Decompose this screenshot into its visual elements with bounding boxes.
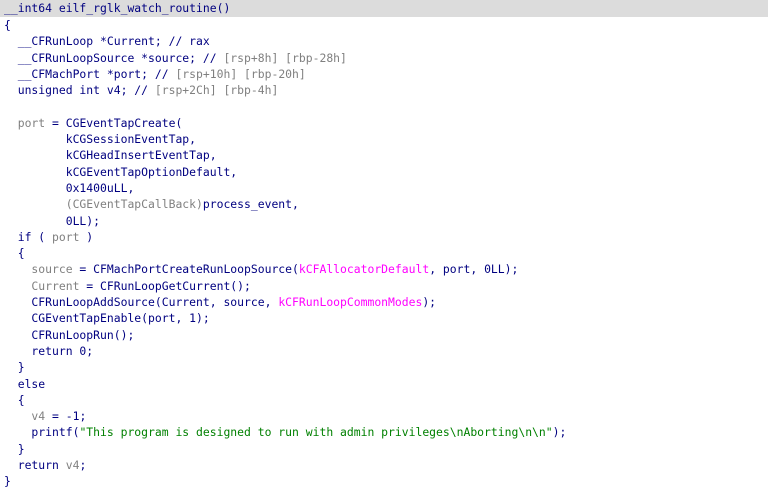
code-token: { (4, 392, 25, 407)
code-token: = -1; (45, 409, 87, 424)
code-line[interactable]: CFRunLoopRun(); (0, 327, 768, 343)
code-token: __CFRunLoop *Current; // rax (4, 34, 210, 49)
code-token: v4 (65, 458, 80, 473)
code-line[interactable]: (CGEventTapCallBack)process_event, (0, 196, 768, 212)
code-token: Current (4, 278, 80, 293)
code-token: source (4, 262, 73, 277)
code-line[interactable]: CGEventTapEnable(port, 1); (0, 310, 768, 326)
code-line[interactable]: 0LL); (0, 213, 768, 229)
code-token: ); (552, 425, 567, 440)
code-token: return (4, 458, 66, 473)
code-token: kCGHeadInsertEventTap, (4, 148, 217, 163)
code-token: ); (422, 295, 437, 310)
pseudocode-view[interactable]: { __CFRunLoop *Current; // rax __CFRunLo… (0, 17, 768, 488)
code-line[interactable]: port = CGEventTapCreate( (0, 115, 768, 131)
code-line[interactable]: source = CFMachPortCreateRunLoopSource(k… (0, 261, 768, 277)
code-line[interactable]: return v4; (0, 457, 768, 473)
code-token: } (4, 441, 25, 456)
code-line[interactable]: if ( port ) (0, 229, 768, 245)
code-token: port (4, 115, 46, 130)
code-token: = CGEventTapCreate( (45, 115, 183, 130)
code-line[interactable]: { (0, 17, 768, 33)
code-token: , port, 0LL); (429, 262, 519, 277)
code-line[interactable]: else (0, 376, 768, 392)
function-signature-bar[interactable]: __int64 eilf_rglk_watch_routine() (0, 0, 768, 17)
code-line[interactable]: { (0, 245, 768, 261)
code-line[interactable]: kCGSessionEventTap, (0, 131, 768, 147)
code-token: 0LL); (4, 213, 101, 228)
code-line[interactable]: v4 = -1; (0, 408, 768, 424)
code-line[interactable]: __CFMachPort *port; // [rsp+10h] [rbp-20… (0, 66, 768, 82)
code-token: = CFMachPortCreateRunLoopSource( (72, 262, 299, 277)
code-token: port (52, 229, 80, 244)
code-line[interactable]: printf("This program is designed to run … (0, 424, 768, 440)
code-token: CFRunLoopRun(); (4, 327, 135, 342)
code-token: } (4, 474, 11, 489)
code-line[interactable]: return 0; (0, 343, 768, 359)
code-line[interactable]: __CFRunLoop *Current; // rax (0, 33, 768, 49)
code-token: if ( (4, 229, 53, 244)
code-token: ; (79, 458, 87, 473)
code-line[interactable]: } (0, 359, 768, 375)
code-token: [rsp+2Ch] [rbp-4h] (154, 83, 279, 98)
code-token: CGEventTapEnable(port, 1); (4, 311, 210, 326)
code-line[interactable]: unsigned int v4; // [rsp+2Ch] [rbp-4h] (0, 82, 768, 98)
code-token: __CFRunLoopSource *source; // (4, 50, 224, 65)
code-token: else (4, 376, 46, 391)
code-token: ) (79, 229, 94, 244)
code-line[interactable]: kCGEventTapOptionDefault, (0, 164, 768, 180)
code-token: unsigned int v4; // (4, 83, 155, 98)
code-token: [rsp+8h] [rbp-28h] (223, 50, 347, 65)
code-line[interactable]: kCGHeadInsertEventTap, (0, 147, 768, 163)
pseudocode-window: __int64 eilf_rglk_watch_routine() { __CF… (0, 0, 768, 488)
code-line[interactable]: } (0, 473, 768, 489)
code-line[interactable]: Current = CFRunLoopGetCurrent(); (0, 278, 768, 294)
code-token: kCFAllocatorDefault (298, 262, 430, 277)
code-line[interactable] (0, 98, 768, 114)
code-token: } (4, 360, 25, 375)
code-token: kCGSessionEventTap, (4, 132, 197, 147)
code-line[interactable]: CFRunLoopAddSource(Current, source, kCFR… (0, 294, 768, 310)
code-token: CFRunLoopAddSource(Current, source, (4, 295, 279, 310)
code-token: printf( (4, 425, 80, 440)
code-token: = CFRunLoopGetCurrent(); (79, 278, 251, 293)
code-token: 0x1400uLL, (4, 180, 135, 195)
code-token: "This program is designed to run with ad… (79, 425, 553, 440)
code-token: (CGEventTapCallBack) (4, 197, 203, 212)
code-token: return 0; (4, 343, 94, 358)
code-token: { (4, 246, 25, 261)
code-line[interactable]: 0x1400uLL, (0, 180, 768, 196)
code-line[interactable]: } (0, 441, 768, 457)
code-token: { (4, 18, 11, 32)
code-line[interactable]: __CFRunLoopSource *source; // [rsp+8h] [… (0, 50, 768, 66)
code-token: v4 (4, 409, 46, 424)
code-token: kCGEventTapOptionDefault, (4, 164, 238, 179)
code-token: __CFMachPort *port; // (4, 66, 176, 81)
code-token: kCFRunLoopCommonModes (278, 295, 423, 310)
code-token: [rsp+10h] [rbp-20h] (175, 66, 306, 81)
code-line[interactable]: { (0, 392, 768, 408)
code-token: process_event, (202, 197, 299, 212)
